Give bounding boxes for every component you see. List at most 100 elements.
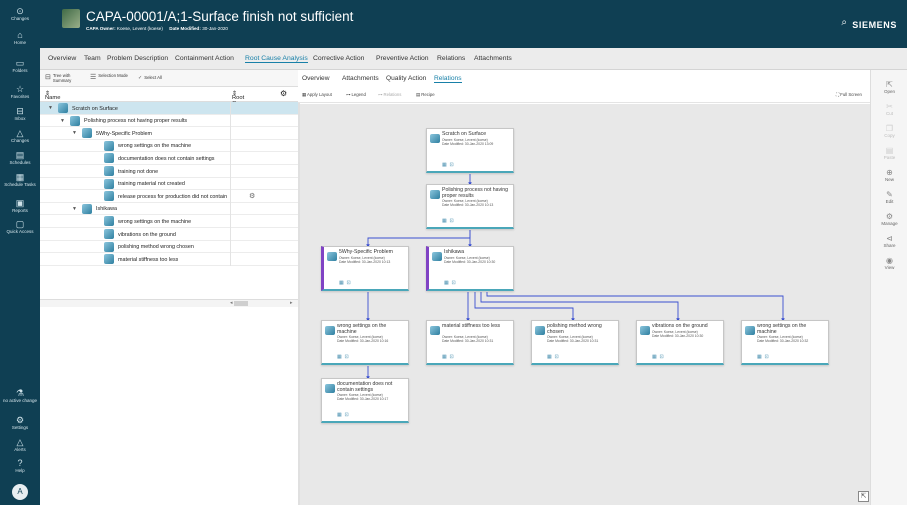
gear-icon: ⚙	[15, 415, 25, 425]
node-relation-icons[interactable]: ▦ ⊡	[444, 280, 456, 286]
graph-node[interactable]: wrong settings on the machine Owner: Koes…	[741, 320, 829, 365]
legend-button[interactable]: ⊶ Legend	[346, 92, 366, 98]
select-all-button[interactable]: ✓ Select All	[138, 75, 162, 81]
tab-corrective-action[interactable]: Corrective Action	[313, 55, 364, 62]
tree-summary-button[interactable]: ⊟ Tree with Summary	[45, 73, 83, 83]
graph-node[interactable]: material stiffness too less Owner: Koese,…	[426, 320, 514, 365]
expand-toggle-icon[interactable]: ▼	[60, 118, 65, 124]
tree-row[interactable]: ▼ Ishikawa	[40, 202, 298, 216]
node-relation-icons[interactable]: ▦ ⊡	[442, 162, 454, 168]
action-view[interactable]: ◉ View	[871, 256, 907, 270]
relations-button[interactable]: ⊶ Relations	[378, 92, 401, 98]
recipe-button[interactable]: ▤ Recipe	[416, 92, 435, 98]
node-relation-icons[interactable]: ▦ ⊡	[442, 218, 454, 224]
avatar[interactable]: A	[12, 484, 28, 500]
tree-row[interactable]: training material not created	[40, 177, 298, 191]
action-new[interactable]: ⊕ New	[871, 168, 907, 182]
nav-help[interactable]: ? Help	[0, 458, 40, 473]
node-relation-icons[interactable]: ▦ ⊡	[547, 354, 559, 360]
column-name[interactable]: Name ⇕	[45, 91, 60, 101]
action-share[interactable]: ⊲ Share	[871, 234, 907, 248]
nav-folders[interactable]: ▭ Folders	[0, 58, 40, 73]
action-cut[interactable]: ✂ Cut	[871, 102, 907, 116]
graph-node[interactable]: 5Why-Specific Problem Owner: Koese, Leven…	[321, 246, 409, 291]
horizontal-scrollbar[interactable]: ◂ ▸	[40, 299, 298, 307]
nav-alerts[interactable]: △ Alerts	[0, 437, 40, 452]
nav-changes[interactable]: ⊙ Changes	[0, 6, 40, 21]
tree-row[interactable]: wrong settings on the machine	[40, 139, 298, 153]
node-relation-icons[interactable]: ▦ ⊡	[757, 354, 769, 360]
detail-tab-overview[interactable]: Overview	[302, 75, 329, 82]
action-copy[interactable]: ❐ Copy	[871, 124, 907, 138]
column-settings-icon[interactable]: ⚙	[280, 89, 287, 98]
tree-row-label: 5Why-Specific Problem	[96, 130, 153, 137]
root-cause-cell	[230, 127, 298, 140]
node-relation-icons[interactable]: ▦ ⊡	[339, 280, 351, 286]
nav-no-active-change[interactable]: ⚗ no active change	[0, 388, 40, 403]
node-relation-icons[interactable]: ▦ ⊡	[652, 354, 664, 360]
node-relation-icons[interactable]: ▦ ⊡	[337, 354, 349, 360]
tab-preventive-action[interactable]: Preventive Action	[376, 55, 429, 62]
column-root-cause[interactable]: Root Cause ⇕	[232, 91, 249, 107]
graph-node[interactable]: Scratch on Surface Owner: Koese, Levent (…	[426, 128, 514, 173]
tree-row[interactable]: polishing method wrong chosen	[40, 240, 298, 254]
tab-root-cause-analysis[interactable]: Root Cause Analysis	[245, 55, 308, 63]
node-date: Date Modified: 30-Jan-2020 10:13	[442, 203, 494, 208]
relations-graph-canvas[interactable]: Scratch on Surface Owner: Koese, Levent (…	[300, 104, 870, 505]
expand-toggle-icon[interactable]: ▼	[72, 206, 77, 212]
node-relation-icons[interactable]: ▦ ⊡	[442, 354, 454, 360]
graph-node[interactable]: documentation does not contain settings O…	[321, 378, 409, 423]
expand-toggle-icon[interactable]: ▼	[72, 130, 77, 136]
tree-row[interactable]: ▼ Polishing process not having proper res…	[40, 114, 298, 128]
tab-team[interactable]: Team	[84, 55, 101, 62]
nav-favorites[interactable]: ☆ Favorites	[0, 84, 40, 99]
tab-containment-action[interactable]: Containment Action	[175, 55, 234, 62]
tree-row[interactable]: wrong settings on the machine	[40, 215, 298, 228]
tab-relations[interactable]: Relations	[437, 55, 465, 62]
tree-icon: ⊟	[45, 74, 51, 81]
changes-icon: ⊙	[16, 6, 24, 16]
graph-node[interactable]: Ishikawa Owner: Koese, Levent (koese) Date…	[426, 246, 514, 291]
nav-reports[interactable]: ▣ Reports	[0, 198, 40, 213]
tree-row[interactable]: ▼ Scratch on Surface	[40, 102, 298, 115]
action-paste[interactable]: ▤ Paste	[871, 146, 907, 160]
nav-quick-access[interactable]: ▢ Quick Access	[0, 219, 40, 234]
tree-row[interactable]: release process for production did not c…	[40, 190, 298, 203]
schedule-icon: ▤	[15, 150, 25, 160]
node-relation-icons[interactable]: ▦ ⊡	[337, 412, 349, 418]
graph-node[interactable]: Polishing process not having proper resu…	[426, 184, 514, 229]
minimap-toggle-icon[interactable]: ⇱	[858, 491, 869, 502]
detail-tab-quality-action[interactable]: Quality Action	[386, 75, 426, 82]
tree-row[interactable]: ▼ 5Why-Specific Problem	[40, 127, 298, 140]
action-edit[interactable]: ✎ Edit	[871, 190, 907, 204]
action-manage[interactable]: ⚙ Manage	[871, 212, 907, 226]
right-action-bar: ⇱ Open ✂ Cut ❐ Copy ▤ Paste ⊕ New ✎ Edit ⚙ Mana…	[870, 70, 907, 505]
tree-row[interactable]: documentation does not contain settings	[40, 152, 298, 165]
nav-home[interactable]: ⌂ Home	[0, 30, 40, 45]
node-date: Date Modified: 30-Jan-2020 10:16	[337, 339, 389, 344]
graph-node[interactable]: vibrations on the ground Owner: Koese, Le…	[636, 320, 724, 365]
tree-row[interactable]: material stiffness too less	[40, 253, 298, 266]
nav-changes-2[interactable]: △ Changes	[0, 128, 40, 143]
tree-row[interactable]: vibrations on the ground	[40, 228, 298, 241]
nav-inbox[interactable]: ⊟ Inbox	[0, 106, 40, 121]
tab-attachments[interactable]: Attachments	[474, 55, 512, 62]
tree-row[interactable]: training not done	[40, 165, 298, 178]
action-open[interactable]: ⇱ Open	[871, 80, 907, 94]
detail-tab-attachments[interactable]: Attachments	[342, 75, 379, 82]
nav-settings[interactable]: ⚙ Settings	[0, 415, 40, 430]
graph-node[interactable]: wrong settings on the machine Owner: Koes…	[321, 320, 409, 365]
selection-mode-button[interactable]: ☰ Selection Mode	[90, 73, 130, 82]
tab-problem-description[interactable]: Problem Description	[107, 55, 168, 62]
object-icon	[104, 166, 114, 176]
node-title: wrong settings on the machine	[757, 323, 807, 335]
nav-schedules[interactable]: ▤ Schedules	[0, 150, 40, 165]
search-icon[interactable]: ⌕	[841, 17, 847, 28]
full-screen-button[interactable]: ⛶ Full Screen	[836, 92, 862, 97]
tab-overview[interactable]: Overview	[48, 55, 76, 62]
detail-tab-relations[interactable]: Relations	[434, 75, 462, 83]
expand-toggle-icon[interactable]: ▼	[48, 105, 53, 111]
apply-layout-button[interactable]: ▦ Apply Layout	[302, 92, 332, 98]
graph-node[interactable]: polishing method wrong chosen Owner: Koes…	[531, 320, 619, 365]
nav-schedule-tasks[interactable]: ▦ Schedule Tasks	[0, 172, 40, 187]
